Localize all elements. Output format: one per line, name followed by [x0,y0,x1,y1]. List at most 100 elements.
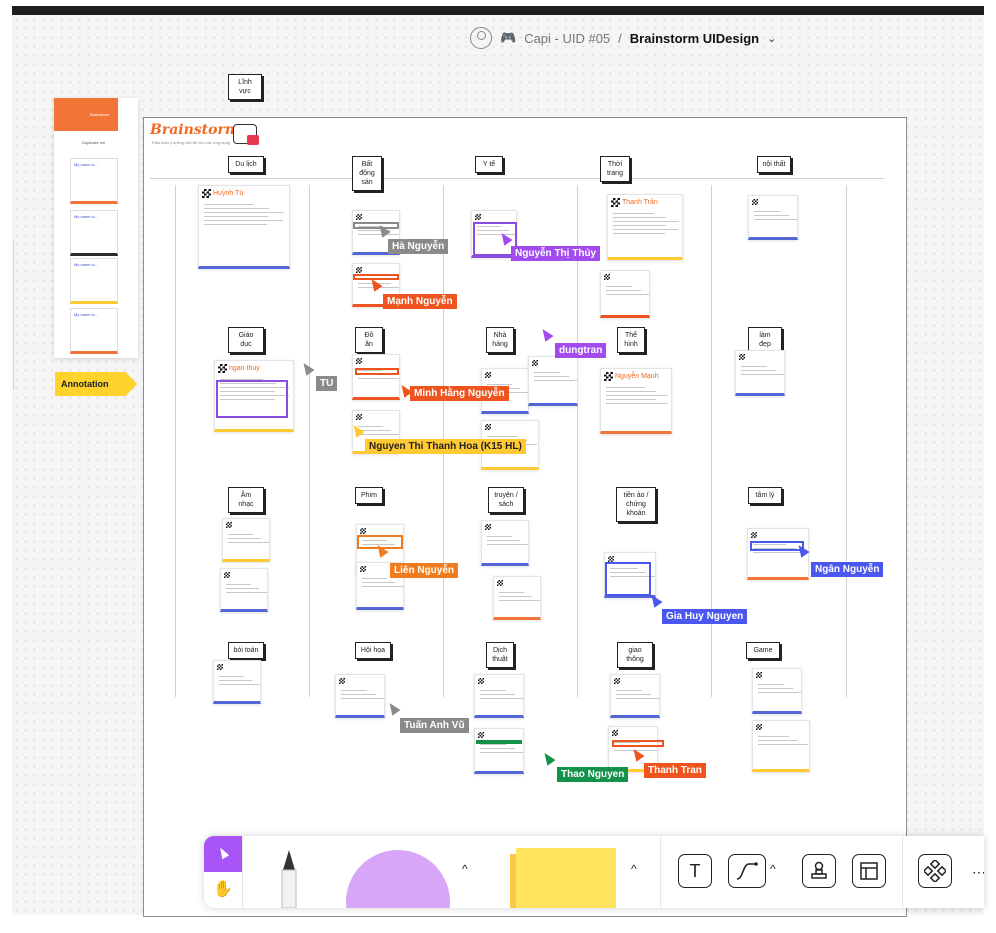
more-tools-icon[interactable]: ⋯ [972,864,984,881]
brainstorm-logo-icon [233,124,259,145]
note-author: Huỳnh Tú [213,190,244,197]
sticky-note[interactable] [474,674,524,718]
collaborator-name-label: Mạnh Nguyễn [383,294,457,309]
sticky-note[interactable] [213,660,261,704]
sticky-note[interactable] [220,568,268,612]
avatar-icon[interactable] [470,27,492,49]
collaborator-name-label: Nguyen Thi Thanh Hoa (K15 HL) [365,439,526,454]
checker-avatar-icon [224,572,230,578]
topic-label[interactable]: Thể hình [617,327,645,353]
connector-options-caret[interactable]: ^ [770,862,776,876]
toolbar-divider [660,836,661,908]
topic-label[interactable]: tâm lý [748,487,782,504]
topic-label[interactable]: Phim [355,487,383,504]
left-edge-frame [6,240,14,390]
collaborator-name-label: Nguyễn Thị Thủy [511,246,601,261]
stamp-tool-button[interactable] [802,854,836,888]
note-author: Thanh Trần [622,199,658,206]
window-top-bar [12,6,984,15]
topic-label[interactable]: Game [746,642,780,659]
sticky-note[interactable] [222,518,270,562]
topic-label[interactable]: Giáo dục [228,327,264,353]
connector-tool-button[interactable] [728,854,766,888]
topic-label[interactable]: nội thất [757,156,791,173]
topic-label[interactable]: Âm nhạc [228,487,264,513]
sticky-note[interactable] [752,668,802,714]
topic-label[interactable]: Du lịch [228,156,264,173]
collaborator-name-label: dungtran [555,343,607,358]
shape-options-caret[interactable]: ^ [462,862,468,876]
sticky-note[interactable] [752,720,810,772]
topic-label[interactable]: truyện / sách [488,487,524,513]
hand-tool-button[interactable]: ✋ [204,872,242,908]
sticky-note[interactable] [748,195,798,240]
checker-avatar-icon [202,189,211,198]
collaborator-name-label: Tuấn Anh Vũ [400,718,469,733]
sticky-note[interactable] [600,270,650,318]
bottom-toolbar: ✋ ^ ^ T ^ ⋯ [204,836,984,908]
toolbar-divider [242,836,243,908]
sticky-note[interactable] [493,576,541,620]
mini-note[interactable]: My name is... [70,308,118,354]
sticky-note[interactable] [335,674,385,718]
checker-avatar-icon [756,724,762,730]
duplicate-template-frame[interactable]: Brainstorm Duplicate me My name is... My… [54,98,138,358]
mini-note[interactable]: My name is... [70,258,118,304]
column-divider [309,185,310,697]
project-name[interactable]: Capi - UID #05 [524,31,610,46]
topic-label[interactable]: bói toán [228,642,264,659]
checker-avatar-icon [218,364,227,373]
sticky-note-tool[interactable] [516,848,616,908]
checker-avatar-icon [356,358,362,364]
linh-vuc-label[interactable]: Lĩnh vực [228,74,262,100]
collaborator-name-label: TU [316,376,338,391]
frame-tool-button[interactable] [852,854,886,888]
select-tool-button[interactable] [204,836,242,872]
checker-avatar-icon [339,678,345,684]
sticky-note[interactable] [352,354,400,400]
topic-label[interactable]: Bất động sản [352,156,382,191]
topic-label[interactable]: tiền ảo / chứng khoán [616,487,656,522]
checker-avatar-icon [497,580,503,586]
selection-highlight [476,740,522,744]
topic-label[interactable]: Dịch thuật [486,642,514,668]
board-divider [150,178,884,179]
checker-avatar-icon [485,372,491,378]
sticky-options-caret[interactable]: ^ [631,862,637,876]
shape-tool-button[interactable] [346,850,450,908]
topic-label[interactable]: giao thông [617,642,653,668]
topic-label[interactable]: Hội họa [355,642,391,659]
annotation-tag[interactable]: Annotation [55,372,137,396]
sticky-note[interactable] [735,350,785,396]
text-tool-button[interactable]: T [678,854,712,888]
sticky-note[interactable]: Thanh Trần [607,194,683,260]
topic-label[interactable]: Nhà hàng [486,327,514,353]
sticky-note[interactable]: Nguyễn Mạnh [600,368,672,434]
sticky-note[interactable]: Huỳnh Tú [198,185,290,269]
topic-label[interactable]: Y tế [475,156,503,173]
sticky-note[interactable] [528,356,578,406]
note-author: Nguyễn Mạnh [615,373,659,380]
topic-label[interactable]: Thời trang [600,156,630,182]
sticky-note[interactable] [474,728,524,774]
template-thumbnail: Brainstorm [54,98,118,131]
checker-avatar-icon [475,214,481,220]
checker-avatar-icon [356,214,362,220]
checker-avatar-icon [739,354,745,360]
checker-avatar-icon [604,372,613,381]
checker-avatar-icon [751,532,757,538]
sticky-note[interactable] [610,674,660,718]
checker-avatar-icon [360,528,366,534]
checker-avatar-icon [611,198,620,207]
checker-avatar-icon [226,522,232,528]
mini-note[interactable]: My name is... [70,158,118,204]
checker-avatar-icon [217,664,223,670]
pen-tool-icon[interactable] [274,848,304,908]
components-icon [924,860,946,882]
mini-note[interactable]: My name is... [70,210,118,256]
components-tool-button[interactable] [918,854,952,888]
board-title[interactable]: Brainstorm UIDesign [630,31,759,46]
chevron-down-icon[interactable]: ⌄ [767,32,776,45]
sticky-note[interactable] [481,520,529,566]
topic-label[interactable]: Đồ ăn [355,327,383,353]
